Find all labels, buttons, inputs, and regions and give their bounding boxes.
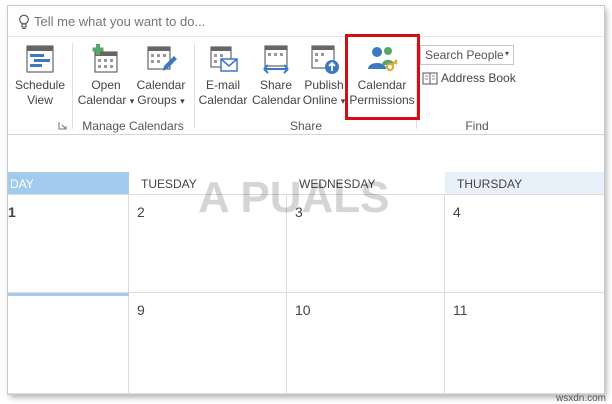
chevron-down-icon: ▾: [504, 49, 509, 58]
open-calendar-button[interactable]: Open Calendar ▾: [74, 41, 138, 109]
day-cell[interactable]: 2: [129, 195, 287, 293]
open-calendar-label-2: Calendar: [77, 93, 127, 107]
day-number: 2: [137, 204, 145, 220]
ribbon-separator: [416, 43, 417, 129]
site-credit: wsxdn.com: [555, 393, 606, 404]
day-cell[interactable]: 3: [287, 195, 445, 293]
email-calendar-button[interactable]: E-mail Calendar: [196, 41, 250, 108]
search-people-input[interactable]: Search People ▾: [420, 45, 514, 65]
group-label-manage-calendars: Manage Calendars: [82, 119, 184, 133]
publish-online-label-2: Online: [302, 93, 338, 107]
address-book-button[interactable]: Address Book: [422, 71, 516, 85]
lightbulb-icon: [19, 14, 29, 30]
calendar-groups-label-1: Calendar: [136, 78, 186, 92]
day-number: 11: [453, 302, 468, 318]
day-header-wednesday[interactable]: WEDNESDAY: [287, 172, 445, 195]
share-calendar-icon: [263, 45, 289, 74]
schedule-view-label-1: Schedule: [14, 78, 66, 92]
ribbon-separator: [194, 43, 195, 129]
calendar-permissions-label-2: Permissions: [349, 93, 415, 107]
schedule-view-label-2: View: [27, 93, 53, 107]
calendar-permissions-button[interactable]: Calendar Permissions: [348, 41, 416, 108]
current-week-bar: [8, 293, 129, 296]
day-header-monday[interactable]: DAY: [8, 172, 129, 195]
schedule-view-icon: [26, 45, 54, 73]
email-calendar-label-2: Calendar: [198, 93, 248, 107]
day-cell[interactable]: 1: [8, 195, 129, 293]
publish-online-button[interactable]: Publish Online ▾: [300, 41, 348, 109]
publish-online-icon: [311, 45, 339, 74]
calendar-permissions-label-1: Calendar: [357, 78, 407, 92]
day-header-tuesday[interactable]: TUESDAY: [129, 172, 287, 195]
day-cell[interactable]: 9: [129, 293, 287, 394]
day-number: 4: [453, 204, 461, 220]
open-calendar-icon: [92, 44, 118, 73]
email-calendar-label-1: E-mail: [205, 78, 240, 92]
group-label-share: Share: [289, 119, 323, 133]
day-cell[interactable]: 11: [445, 293, 604, 394]
schedule-view-button[interactable]: Schedule View: [12, 41, 68, 108]
dialog-launcher-icon[interactable]: [58, 121, 67, 130]
chevron-down-icon: ▾: [340, 96, 346, 106]
ribbon: Schedule View Open Calendar ▾ Calendar G…: [8, 37, 604, 135]
day-header-thursday[interactable]: THURSDAY: [445, 172, 604, 195]
publish-online-label-1: Publish: [304, 78, 344, 92]
tell-me-bar: [8, 6, 604, 37]
share-calendar-label-1: Share: [259, 78, 293, 92]
day-cell[interactable]: [8, 293, 129, 394]
address-book-icon: [422, 72, 438, 85]
day-number: 10: [295, 302, 311, 318]
day-number: 9: [137, 302, 145, 318]
calendar-groups-icon: [147, 46, 177, 71]
tell-me-input[interactable]: [34, 14, 334, 29]
ribbon-separator: [72, 43, 73, 129]
day-number: 1: [8, 204, 16, 220]
calendar-toolbar-area: [8, 135, 604, 172]
chevron-down-icon: ▾: [180, 96, 185, 106]
email-calendar-icon: [210, 46, 238, 72]
calendar-groups-label-2: Groups: [137, 93, 177, 107]
open-calendar-label-1: Open: [91, 78, 121, 92]
share-calendar-button[interactable]: Share Calendar: [252, 41, 301, 108]
calendar-groups-button[interactable]: Calendar Groups ▾: [132, 41, 190, 109]
day-cell[interactable]: 10: [287, 293, 445, 394]
group-label-find: Find: [465, 119, 489, 133]
day-cell[interactable]: 4: [445, 195, 604, 293]
address-book-label: Address Book: [441, 71, 516, 85]
day-number: 3: [295, 204, 303, 220]
search-people-text: Search People: [425, 48, 504, 62]
share-calendar-label-2: Calendar: [252, 93, 301, 107]
outlook-window: Schedule View Open Calendar ▾: [8, 6, 604, 394]
calendar-permissions-icon: [368, 47, 398, 71]
